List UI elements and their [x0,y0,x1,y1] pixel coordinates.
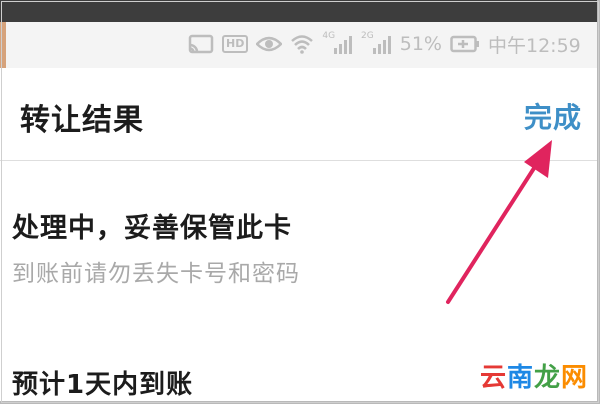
watermark-char-4: 网 [560,363,588,393]
signal-4g-icon: 4G [322,31,353,54]
battery-percent: 51% [399,33,442,55]
arrival-estimate: 预计1天内到账 [12,370,194,400]
network-2g-label: 2G [361,31,374,41]
screenshot-frame: HD 4G 2G 51% 中午12:59 转让结果 完成 处理中，妥善保管此卡 … [0,0,600,404]
done-button[interactable]: 完成 [524,96,582,136]
status-icons: HD 4G 2G 51% 中午12:59 [188,28,581,60]
page-title: 转让结果 [20,103,144,138]
status-bar-accent [0,22,6,68]
status-bar: HD 4G 2G 51% 中午12:59 [0,0,600,68]
clock: 中午12:59 [487,34,581,57]
cast-icon [188,34,214,54]
hd-badge: HD [222,35,249,53]
watermark-char-1: 云 [479,363,507,393]
wifi-icon [290,34,314,54]
network-4g-label: 4G [322,31,336,41]
watermark-char-3: 龙 [533,363,561,393]
battery-charging-icon [450,35,480,53]
eye-icon [256,35,283,53]
processing-status-title: 处理中，妥善保管此卡 [12,213,292,244]
status-bar-top [0,0,600,22]
processing-status-subtitle: 到账前请勿丢失卡号和密码 [12,261,300,287]
signal-2g-icon: 2G [361,31,392,54]
watermark-logo: 云南龙网 [480,357,588,394]
header: 转让结果 完成 [0,68,600,161]
watermark-char-2: 南 [506,363,534,393]
